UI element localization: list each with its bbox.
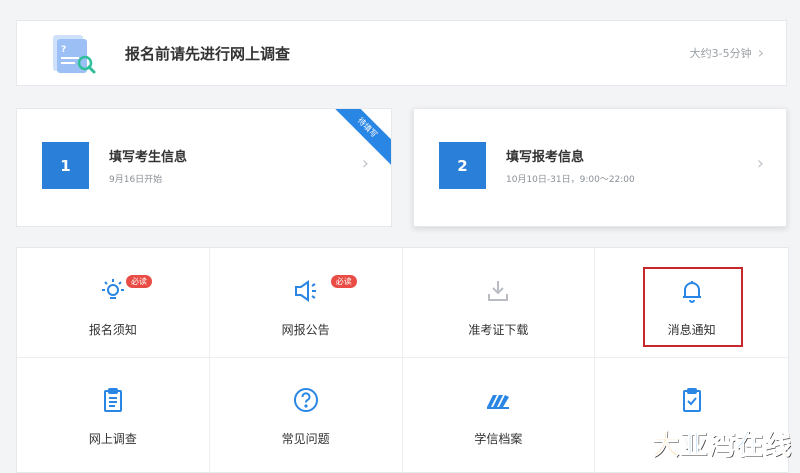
watermark-char: 湾 [708,430,736,462]
grid-item-label: 准考证下载 [468,323,529,337]
grid-item-faq[interactable]: 常见问题 [210,358,403,473]
step-date: 9月16日开始 [109,175,163,185]
survey-form-icon: ? [53,35,96,74]
grid-item-registration-notice[interactable]: 必读 报名须知 [17,248,210,358]
grid-item-label: 报名须知 [88,323,137,337]
grid-item-online-survey[interactable]: 网上调查 [17,358,210,473]
grid-item-announcement[interactable]: 必读 网报公告 [209,248,403,358]
step-card-1[interactable]: 1 填写考生信息 9月16日开始 › 待填写 [16,108,392,227]
question-circle-icon [290,384,322,416]
watermark-char: 亚 [680,430,708,462]
survey-banner[interactable]: ? 报名前请先进行网上调查 大约3-5分钟 › [16,20,787,86]
step-number-badge: 1 [42,142,89,189]
step-title: 填写考生信息 [109,150,188,165]
highlight-box [643,267,743,347]
clipboard-check-icon [676,384,708,416]
chevron-right-icon: › [757,43,764,62]
survey-title: 报名前请先进行网上调查 [125,45,291,63]
books-icon [482,384,514,416]
grid-item-academic-record[interactable]: 学信档案 [403,358,596,473]
download-icon [482,275,514,307]
status-ribbon: 待填写 [325,109,391,170]
required-badge: 必读 [330,275,357,288]
watermark-char: 在 [736,430,764,462]
watermark-char: 大 [652,430,680,462]
svg-text:?: ? [61,45,66,55]
grid-item-label: 常见问题 [281,432,330,446]
grid-item-admission-ticket[interactable]: 准考证下载 [402,248,596,358]
grid-item-label: 学信档案 [474,432,523,446]
step-date: 10月10日-31日，9:00～22:00 [506,175,635,185]
grid-item-label: 网上调查 [88,432,137,446]
grid-item-label: 网报公告 [281,323,330,337]
step-card-2[interactable]: 2 填写报考信息 10月10日-31日，9:00～22:00 › [413,108,787,227]
chevron-right-icon: › [756,153,764,174]
chevron-right-icon: › [361,153,369,174]
survey-duration: 大约3-5分钟 › [690,45,764,61]
required-badge: 必读 [126,275,152,288]
megaphone-icon [290,275,322,307]
step-title: 填写报考信息 [506,150,585,165]
watermark-logo: 大 亚 湾 在 线 [652,430,792,462]
clipboard-list-icon [97,384,129,416]
survey-duration-text: 大约3-5分钟 [689,47,752,60]
lightbulb-icon [97,275,129,307]
watermark-char: 线 [764,430,792,462]
step-number-badge: 2 [439,142,486,189]
